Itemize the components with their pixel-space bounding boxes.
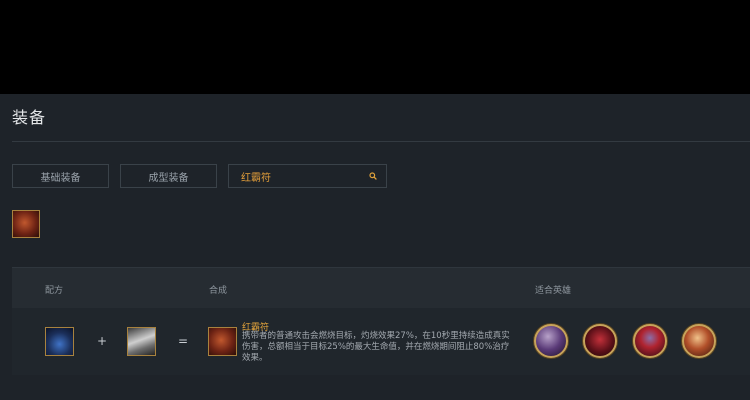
header-recipe: 配方	[45, 286, 64, 296]
top-banner	[0, 0, 750, 94]
crest-of-cinders-icon[interactable]	[12, 210, 40, 238]
hero-portrait-4-icon[interactable]	[682, 324, 716, 358]
anvil-icon[interactable]	[127, 327, 156, 356]
formed-items-button[interactable]: 成型装备	[120, 164, 217, 188]
search-box[interactable]	[228, 164, 387, 188]
page-title: 装备	[12, 108, 47, 127]
header-heroes: 适合英雄	[535, 286, 572, 296]
hero-portrait-2-icon[interactable]	[583, 324, 617, 358]
header-compose: 合成	[209, 286, 228, 296]
recipe-table: 配方 合成 适合英雄 + = 红霸符 携带者的普通攻击会燃烧目标，灼烧效果27%…	[12, 267, 750, 375]
equals-sign: =	[178, 334, 189, 348]
search-input[interactable]	[241, 170, 368, 182]
table-header: 配方 合成 适合英雄	[12, 267, 750, 308]
plus-sign: +	[97, 334, 108, 348]
table-row: + = 红霸符 携带者的普通攻击会燃烧目标，灼烧效果27%，在10秒里持续造成真…	[12, 308, 750, 375]
hero-portrait-1-icon[interactable]	[534, 324, 568, 358]
basic-items-button[interactable]: 基础装备	[12, 164, 109, 188]
hero-portrait-3-icon[interactable]	[633, 324, 667, 358]
blue-gem-bag-icon[interactable]	[45, 327, 74, 356]
search-icon[interactable]	[368, 171, 378, 181]
title-divider	[12, 141, 750, 142]
result-item-description: 携带者的普通攻击会燃烧目标，灼烧效果27%，在10秒里持续造成真实伤害，总额相当…	[242, 331, 510, 363]
crest-of-cinders-icon[interactable]	[208, 327, 237, 356]
